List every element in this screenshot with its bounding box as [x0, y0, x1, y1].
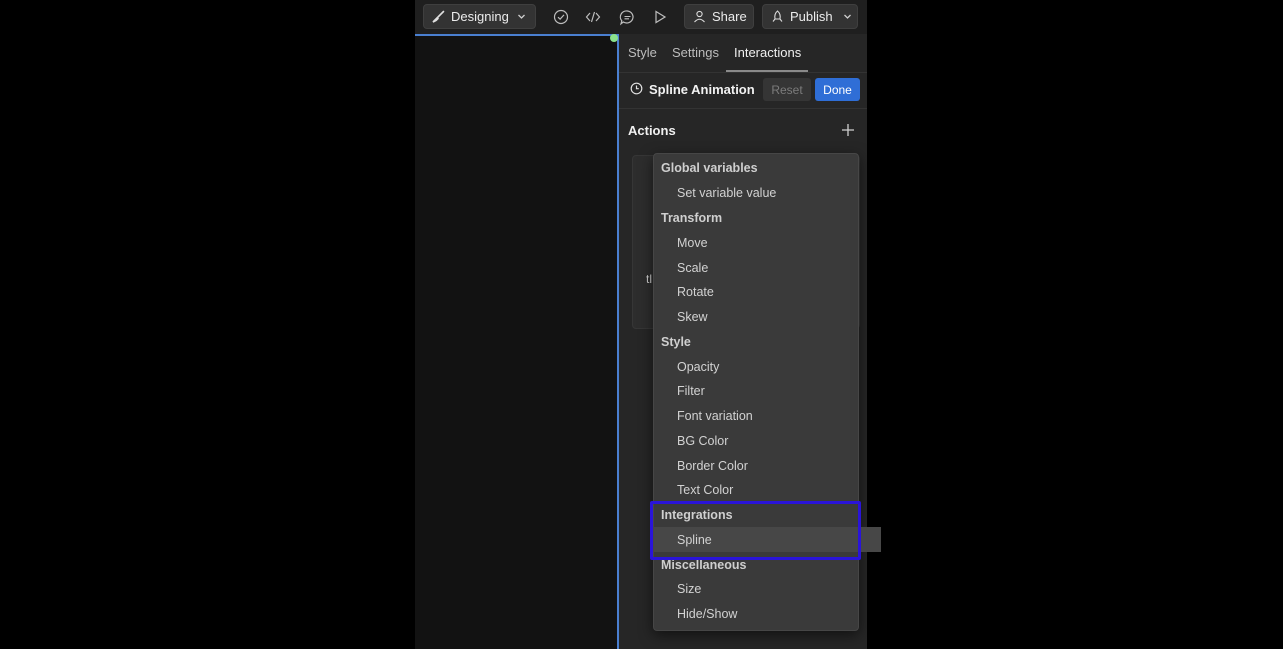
interaction-title: Spline Animation: [649, 82, 755, 97]
menu-group-global-variables: Global variables: [654, 155, 865, 180]
comment-icon[interactable]: [616, 6, 638, 28]
tab-interactions[interactable]: Interactions: [734, 45, 801, 60]
menu-item-opacity[interactable]: Opacity: [654, 354, 881, 379]
rocket-icon: [771, 10, 784, 23]
menu-item-size[interactable]: Size: [654, 576, 881, 601]
check-circle-icon[interactable]: [550, 6, 572, 28]
menu-item-skew[interactable]: Skew: [654, 304, 881, 329]
menu-item-border-color[interactable]: Border Color: [654, 453, 881, 478]
reset-button[interactable]: Reset: [763, 78, 811, 101]
share-button[interactable]: Share: [684, 4, 754, 29]
publish-button[interactable]: Publish: [762, 4, 858, 29]
menu-item-text-color[interactable]: Text Color: [654, 477, 881, 502]
panel-tabs: Style Settings Interactions: [619, 34, 867, 73]
publish-label: Publish: [790, 9, 833, 24]
chevron-down-icon: [843, 12, 852, 21]
chevron-down-icon: [517, 12, 526, 21]
menu-item-set-variable-value[interactable]: Set variable value: [654, 180, 881, 205]
done-button[interactable]: Done: [815, 78, 860, 101]
tab-settings[interactable]: Settings: [672, 45, 719, 60]
brush-icon: [432, 10, 445, 23]
code-icon[interactable]: [582, 6, 604, 28]
menu-group-integrations: Integrations: [654, 502, 865, 527]
mode-label: Designing: [451, 9, 509, 24]
top-toolbar: Designing Share Publish: [415, 0, 867, 35]
menu-item-hide-show[interactable]: Hide/Show: [654, 601, 881, 626]
menu-group-transform: Transform: [654, 205, 865, 230]
tab-style[interactable]: Style: [628, 45, 657, 60]
mode-dropdown[interactable]: Designing: [423, 4, 536, 29]
actions-heading: Actions: [628, 123, 676, 138]
menu-item-rotate[interactable]: Rotate: [654, 279, 881, 304]
share-label: Share: [712, 9, 747, 24]
menu-item-move[interactable]: Move: [654, 230, 881, 255]
action-type-menu: Global variables Set variable value Tran…: [653, 153, 859, 631]
play-icon[interactable]: [649, 6, 671, 28]
action-card-text: tl: [646, 272, 652, 286]
menu-group-miscellaneous: Miscellaneous: [654, 552, 865, 577]
canvas-selection-top: [415, 34, 618, 36]
clock-icon: [630, 82, 643, 95]
menu-item-spline[interactable]: Spline: [654, 527, 881, 552]
menu-item-scale[interactable]: Scale: [654, 255, 881, 280]
menu-item-font-variation[interactable]: Font variation: [654, 403, 881, 428]
menu-item-filter[interactable]: Filter: [654, 378, 881, 403]
user-icon: [693, 10, 706, 23]
add-action-icon[interactable]: [840, 122, 856, 138]
interaction-header: Spline Animation Reset Done: [619, 72, 867, 109]
canvas-handle[interactable]: [610, 34, 618, 42]
menu-group-style: Style: [654, 329, 865, 354]
menu-item-bg-color[interactable]: BG Color: [654, 428, 881, 453]
